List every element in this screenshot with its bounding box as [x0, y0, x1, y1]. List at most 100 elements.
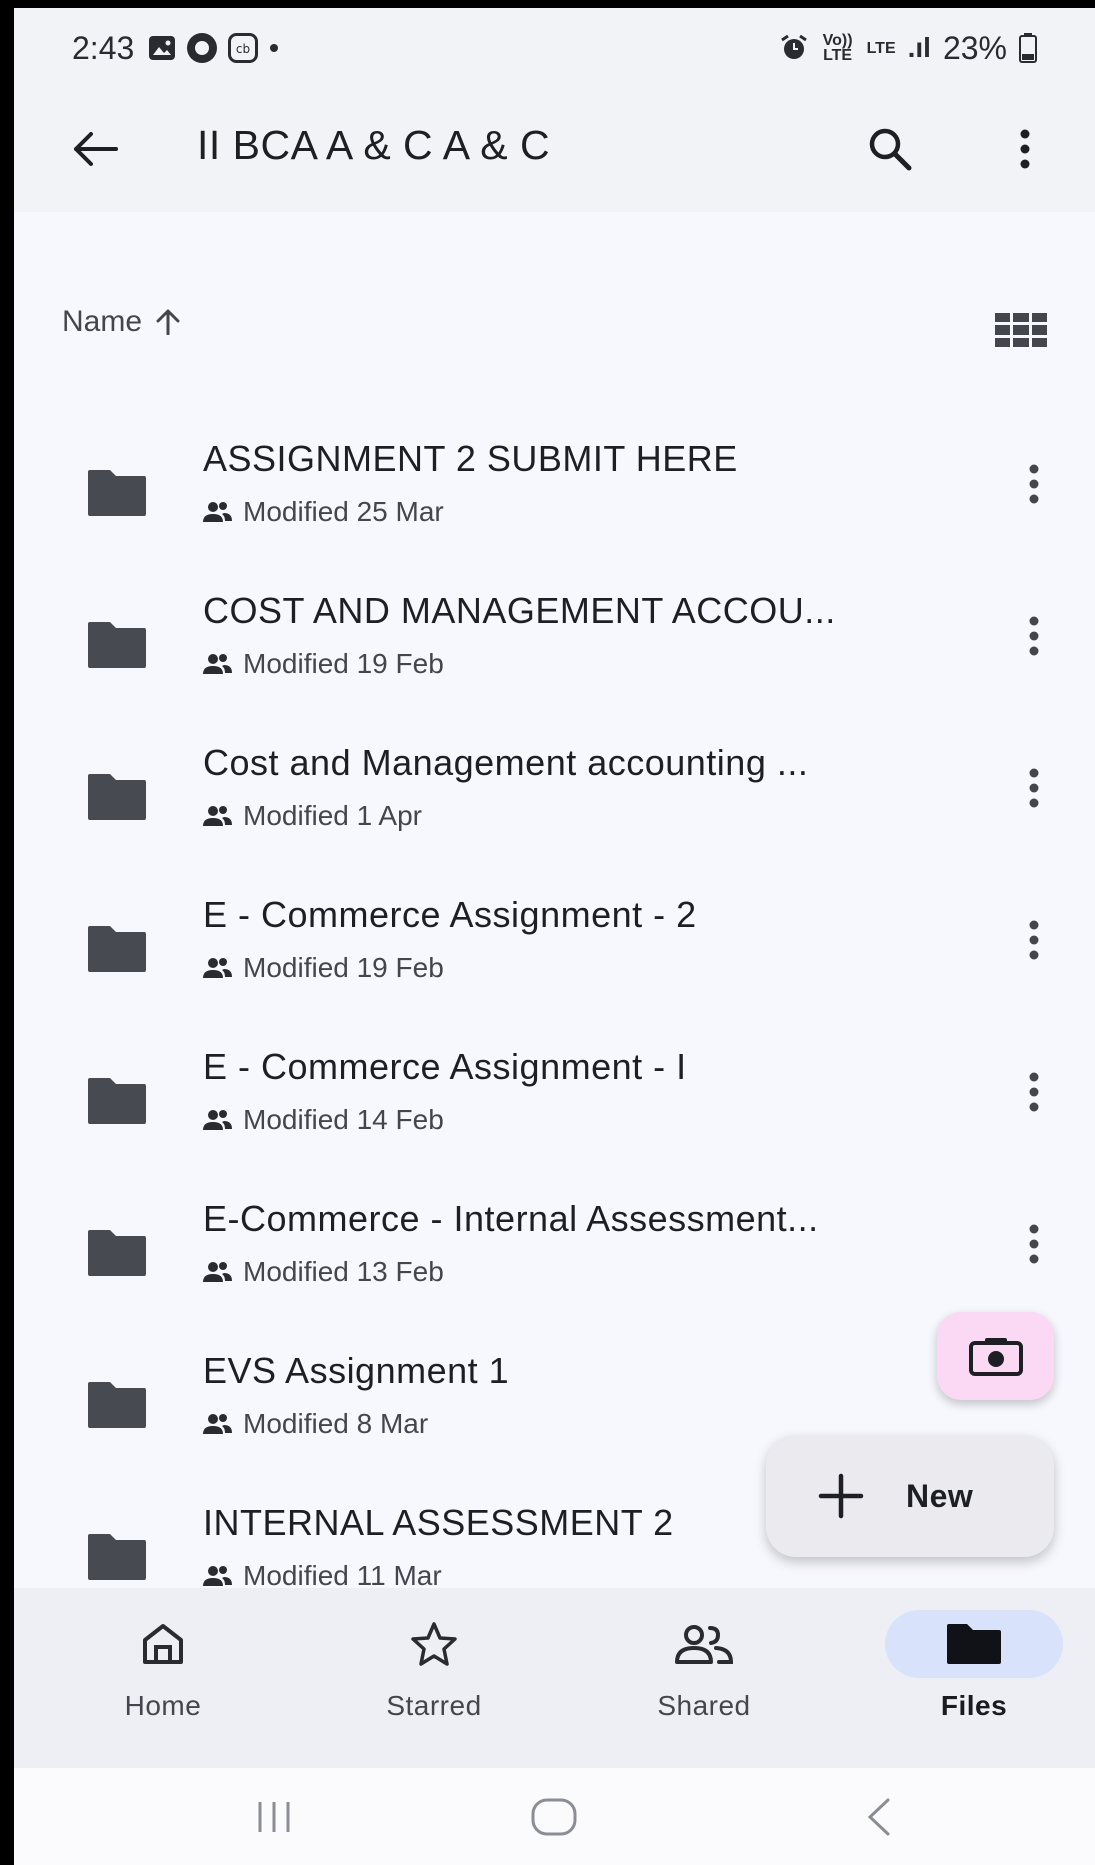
folder-icon — [88, 1382, 146, 1428]
item-more-button[interactable] — [1014, 758, 1054, 818]
folder-name: Cost and Management accounting ... — [203, 742, 809, 783]
shared-people-icon — [203, 958, 232, 978]
system-navigation-bar — [14, 1768, 1095, 1865]
more-vert-icon — [1029, 768, 1039, 808]
folder-meta: Modified 1 Apr — [203, 800, 422, 832]
sort-row: Name — [14, 293, 1095, 363]
status-time: 2:43 — [72, 29, 135, 66]
scan-camera-button[interactable] — [937, 1312, 1054, 1400]
folder-name: EVS Assignment 1 — [203, 1350, 510, 1391]
home-icon — [143, 1624, 183, 1664]
shared-people-icon — [203, 1110, 232, 1130]
modified-date: Modified 1 Apr — [243, 800, 422, 831]
nav-icon-container — [615, 1610, 793, 1678]
folder-name: INTERNAL ASSESSMENT 2 — [203, 1502, 674, 1543]
nav-label: Starred — [386, 1690, 482, 1721]
modified-date: Modified 19 Feb — [243, 648, 444, 679]
folder-icon — [88, 774, 146, 820]
new-label: New — [906, 1477, 974, 1514]
shared-people-icon — [203, 1566, 232, 1586]
recent-apps-icon — [258, 1802, 290, 1832]
nav-label: Shared — [657, 1690, 751, 1721]
shared-icon — [675, 1625, 734, 1664]
folder-meta: Modified 13 Feb — [203, 1256, 444, 1288]
nav-label: Home — [124, 1690, 202, 1721]
volte-label: Vo)) LTE — [822, 32, 853, 64]
folder-meta: Modified 25 Mar — [203, 496, 444, 528]
nav-icon-container — [345, 1610, 523, 1678]
more-vert-icon — [1029, 1224, 1039, 1264]
bottom-navigation: Home Starred Shared Files — [14, 1588, 1095, 1768]
folder-icon — [88, 470, 146, 516]
sort-label: Name — [62, 305, 143, 338]
modified-date: Modified 19 Feb — [243, 952, 444, 983]
item-more-button[interactable] — [1014, 606, 1054, 666]
folder-icon — [88, 926, 146, 972]
more-vert-icon — [1029, 464, 1039, 504]
list-item[interactable]: ASSIGNMENT 2 SUBMIT HERE Modified 25 Mar — [14, 428, 1095, 580]
page-title: II BCA A & C A & C — [197, 122, 551, 168]
arrow-back-icon — [74, 132, 118, 166]
image-icon — [149, 36, 176, 60]
item-more-button[interactable] — [1014, 1214, 1054, 1274]
item-more-button[interactable] — [1014, 1062, 1054, 1122]
folder-name: E - Commerce Assignment - 2 — [203, 894, 697, 935]
recent-apps-button[interactable] — [234, 1792, 314, 1842]
nav-item-starred[interactable]: Starred — [334, 1610, 534, 1750]
add-icon — [818, 1473, 864, 1519]
folder-icon — [947, 1624, 1001, 1664]
item-more-button[interactable] — [1014, 910, 1054, 970]
list-item[interactable]: E - Commerce Assignment - I Modified 14 … — [14, 1036, 1095, 1188]
shared-people-icon — [203, 654, 232, 674]
folder-icon — [88, 622, 146, 668]
lte-label: LTE — [866, 39, 896, 57]
nav-item-shared[interactable]: Shared — [604, 1610, 804, 1750]
back-button[interactable] — [64, 118, 126, 180]
cb-icon: cb — [228, 33, 259, 63]
svg-text:cb: cb — [236, 42, 250, 56]
home-system-button[interactable] — [514, 1792, 594, 1842]
shared-people-icon — [203, 806, 232, 826]
battery-icon — [1019, 33, 1037, 63]
folder-icon — [88, 1078, 146, 1124]
folder-meta: Modified 19 Feb — [203, 648, 444, 680]
more-vert-icon — [1020, 129, 1030, 169]
home-circle-icon — [531, 1798, 577, 1836]
folder-name: E - Commerce Assignment - I — [203, 1046, 687, 1087]
folder-icon — [88, 1534, 146, 1580]
list-item[interactable]: COST AND MANAGEMENT ACCOU... Modified 19… — [14, 580, 1095, 732]
circle-icon — [187, 33, 218, 63]
folder-icon — [88, 1230, 146, 1276]
item-more-button[interactable] — [1014, 454, 1054, 514]
more-options-button[interactable] — [994, 118, 1056, 180]
more-vert-icon — [1029, 920, 1039, 960]
shared-people-icon — [203, 502, 232, 522]
more-vert-icon — [1029, 616, 1039, 656]
star-icon — [411, 1622, 457, 1666]
modified-date: Modified 8 Mar — [243, 1408, 429, 1439]
chevron-left-icon — [867, 1798, 890, 1836]
search-icon — [869, 128, 912, 171]
shared-people-icon — [203, 1414, 232, 1434]
dot-icon — [270, 44, 279, 52]
folder-meta: Modified 14 Feb — [203, 1104, 444, 1136]
sort-by-name-button[interactable]: Name — [62, 305, 180, 339]
arrow-upward-icon — [156, 309, 180, 335]
nav-item-files[interactable]: Files — [874, 1610, 1074, 1750]
list-item[interactable]: E - Commerce Assignment - 2 Modified 19 … — [14, 884, 1095, 1036]
list-item[interactable]: Cost and Management accounting ... Modif… — [14, 732, 1095, 884]
grid-view-button[interactable] — [991, 305, 1051, 355]
folder-meta: Modified 8 Mar — [203, 1408, 428, 1440]
new-button[interactable]: New — [766, 1435, 1054, 1557]
search-button[interactable] — [859, 118, 921, 180]
more-vert-icon — [1029, 1072, 1039, 1112]
folder-name: ASSIGNMENT 2 SUBMIT HERE — [203, 438, 738, 479]
status-right: Vo)) LTE LTE .ıl 23% — [779, 30, 1037, 67]
status-bar: 2:43 cb Vo)) LTE LTE .ıl 23% — [14, 8, 1095, 88]
nav-item-home[interactable]: Home — [63, 1610, 263, 1750]
phone-screen: 2:43 cb Vo)) LTE LTE .ıl 23% II BCA A & … — [14, 8, 1095, 1865]
nav-active-indicator — [885, 1610, 1063, 1678]
list-item[interactable]: E-Commerce - Internal Assessment... Modi… — [14, 1188, 1095, 1340]
nav-label: Files — [940, 1690, 1008, 1721]
back-system-button[interactable] — [838, 1792, 918, 1842]
